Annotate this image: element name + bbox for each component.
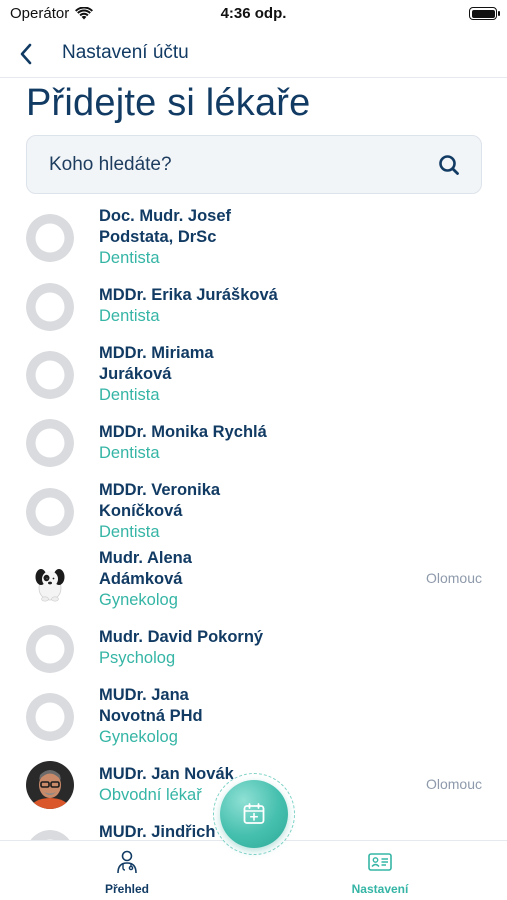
search-box [26, 135, 482, 194]
user-placeholder-icon [26, 488, 74, 536]
doctor-name: MDDr. Erika Jurášková [99, 286, 278, 304]
page-title: Přidejte si lékaře [26, 82, 311, 124]
doctor-specialty: Dentista [99, 444, 160, 462]
doctor-specialty: Dentista [99, 523, 160, 541]
avatar [26, 351, 74, 399]
nav-title: Nastavení účtu [62, 42, 189, 63]
doctor-name: Novotná PHd [99, 707, 203, 725]
user-placeholder-icon [26, 693, 74, 741]
avatar [26, 283, 74, 331]
doctor-specialty: Gynekolog [99, 591, 178, 609]
tab-overview[interactable]: Přehled [67, 849, 187, 896]
doctor-name: MDDr. Miriama [99, 344, 214, 362]
tab-settings-label: Nastavení [351, 882, 409, 896]
doctor-name: Mudr. David Pokorný [99, 628, 264, 646]
chevron-left-icon [20, 43, 32, 65]
doctor-city: Olomouc [425, 570, 482, 586]
avatar [26, 625, 74, 673]
battery-icon [469, 7, 500, 20]
man-avatar-photo [26, 761, 74, 809]
user-placeholder-icon [26, 214, 74, 262]
doctor-list: Doc. Mudr. Josef Podstata, DrSc Dentista… [0, 200, 507, 840]
doctor-specialty: Gynekolog [99, 728, 178, 746]
calendar-add-icon [243, 803, 265, 824]
doctor-city: Olomouc [425, 776, 482, 792]
avatar [26, 830, 74, 840]
doctor-icon [117, 850, 137, 874]
doctor-specialty: Psycholog [99, 649, 176, 667]
status-bar: Operátor 4:36 odp. [0, 0, 507, 30]
doctor-specialty: Dentista [99, 307, 160, 325]
doctor-specialty: Dentista [99, 386, 160, 404]
avatar [26, 761, 74, 809]
add-appointment-button[interactable] [220, 780, 288, 848]
avatar [26, 693, 74, 741]
user-placeholder-icon [26, 419, 74, 467]
search-input[interactable] [49, 136, 429, 193]
avatar [26, 214, 74, 262]
avatar [26, 488, 74, 536]
doctor-name: Adámková [99, 570, 183, 588]
doctor-name: MDDr. Veronika [99, 481, 221, 499]
id-card-icon [368, 853, 392, 871]
doctor-name: MDDr. Monika Rychlá [99, 423, 267, 441]
user-placeholder-icon [26, 351, 74, 399]
doctor-name: Podstata, DrSc [99, 228, 217, 246]
doctor-name: Juráková [99, 365, 172, 383]
avatar [26, 419, 74, 467]
doctor-name: Mudr. Alena [99, 549, 192, 567]
dog-avatar-photo [26, 558, 74, 606]
doctor-name: Doc. Mudr. Josef [99, 207, 232, 225]
clock: 4:36 odp. [220, 5, 287, 22]
doctor-name: MUDr. Jana [99, 686, 189, 704]
user-placeholder-icon [26, 283, 74, 331]
tab-settings[interactable]: Nastavení [320, 849, 440, 896]
avatar [26, 558, 74, 606]
doctor-specialty: Dentista [99, 249, 160, 267]
search-icon[interactable] [437, 153, 461, 177]
tab-overview-label: Přehled [104, 882, 149, 896]
user-placeholder-icon [30, 830, 70, 840]
doctor-name: Koníčková [99, 502, 183, 520]
user-placeholder-icon [26, 625, 74, 673]
back-button[interactable] [12, 40, 40, 68]
nav-bar: Nastavení účtu [0, 30, 507, 78]
